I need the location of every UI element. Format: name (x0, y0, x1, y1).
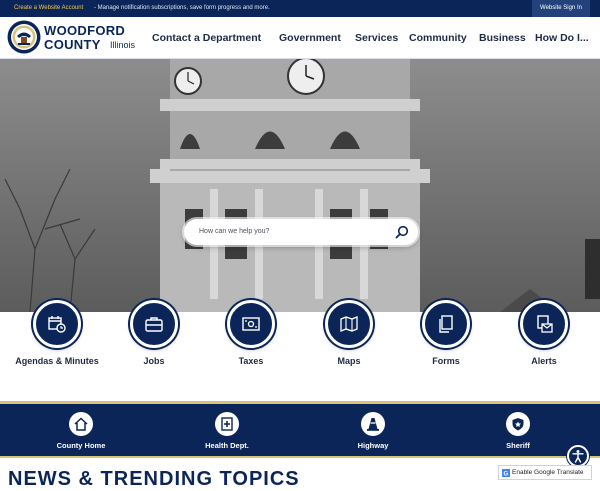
dept-icon-circle (69, 412, 93, 436)
quick-link-agendas[interactable]: Agendas & Minutes (13, 300, 99, 372)
translate-label: Enable Google Translate (512, 469, 584, 476)
quick-link-circle[interactable] (130, 300, 178, 348)
accessibility-icon (572, 450, 584, 463)
quick-link-alerts[interactable]: Alerts (500, 300, 586, 372)
quick-link-circle[interactable] (422, 300, 470, 348)
search-icon[interactable] (395, 225, 409, 239)
department-band: County Home Health Dept. Highway Sheriff (0, 401, 600, 458)
alert-envelope-icon (537, 315, 553, 333)
quick-link-circle[interactable] (325, 300, 373, 348)
brand-name-line1: WOODFORD (44, 23, 126, 38)
google-translate-button[interactable]: G Enable Google Translate (498, 465, 592, 480)
search-placeholder: How can we help you? (199, 228, 270, 235)
create-account-note: - Manage notification subscriptions, sav… (94, 5, 270, 11)
dept-label: Sheriff (506, 441, 530, 450)
dept-label: County Home (56, 441, 106, 450)
site-header: WOODFORD COUNTY Illinois Contact a Depar… (0, 17, 600, 59)
tax-bill-icon (242, 317, 260, 331)
quick-link-circle[interactable] (227, 300, 275, 348)
google-translate-icon: G (502, 469, 510, 477)
dept-icon-circle (215, 412, 239, 436)
quick-link-taxes[interactable]: Taxes (207, 300, 293, 372)
quick-link-label: Agendas & Minutes (15, 356, 99, 366)
svg-text:G: G (504, 472, 509, 478)
nav-community[interactable]: Community (409, 32, 467, 44)
dept-link-county-home[interactable]: County Home (31, 412, 131, 458)
briefcase-icon (145, 317, 163, 332)
documents-icon (439, 315, 453, 333)
quick-link-jobs[interactable]: Jobs (110, 300, 196, 372)
traffic-cone-icon (367, 418, 379, 431)
brand-state: Illinois (110, 40, 136, 50)
quick-link-circle[interactable] (520, 300, 568, 348)
map-pin-icon (340, 316, 358, 332)
site-search-bar[interactable]: How can we help you? (184, 219, 418, 245)
website-sign-in-button[interactable]: Website Sign In (532, 0, 590, 17)
quick-link-forms[interactable]: Forms (402, 300, 488, 372)
dept-icon-circle (361, 412, 385, 436)
nav-business[interactable]: Business (479, 32, 526, 44)
top-utility-bar: Create a Website Account - Manage notifi… (0, 0, 600, 17)
dept-label: Health Dept. (205, 441, 249, 450)
dept-link-highway[interactable]: Highway (323, 412, 423, 458)
nav-contact-department[interactable]: Contact a Department (152, 32, 261, 44)
sheriff-badge-icon (512, 418, 524, 431)
quick-link-label: Jobs (143, 356, 165, 366)
accessibility-button[interactable] (567, 445, 589, 467)
quick-link-circle[interactable] (33, 300, 81, 348)
dept-link-health[interactable]: Health Dept. (177, 412, 277, 458)
house-icon (74, 417, 88, 431)
create-account-link[interactable]: Create a Website Account (14, 5, 83, 11)
nav-services[interactable]: Services (355, 32, 398, 44)
dept-link-sheriff[interactable]: Sheriff (468, 412, 568, 458)
quick-link-label: Alerts (531, 356, 557, 366)
quick-link-label: Forms (432, 356, 460, 366)
brand-name-line2: COUNTY (44, 37, 101, 52)
quick-link-label: Taxes (238, 356, 264, 366)
calendar-clock-icon (48, 316, 66, 333)
dept-icon-circle (506, 412, 530, 436)
dept-label: Highway (357, 441, 389, 450)
health-cross-icon (221, 417, 233, 431)
nav-how-do-i[interactable]: How Do I... (535, 32, 589, 44)
quick-link-maps[interactable]: Maps (305, 300, 391, 372)
hero-banner: How can we help you? (0, 59, 600, 312)
nav-government[interactable]: Government (279, 32, 341, 44)
county-seal-logo[interactable] (7, 20, 41, 54)
quick-link-label: Maps (337, 356, 361, 366)
courthouse-hero-image (0, 59, 600, 312)
